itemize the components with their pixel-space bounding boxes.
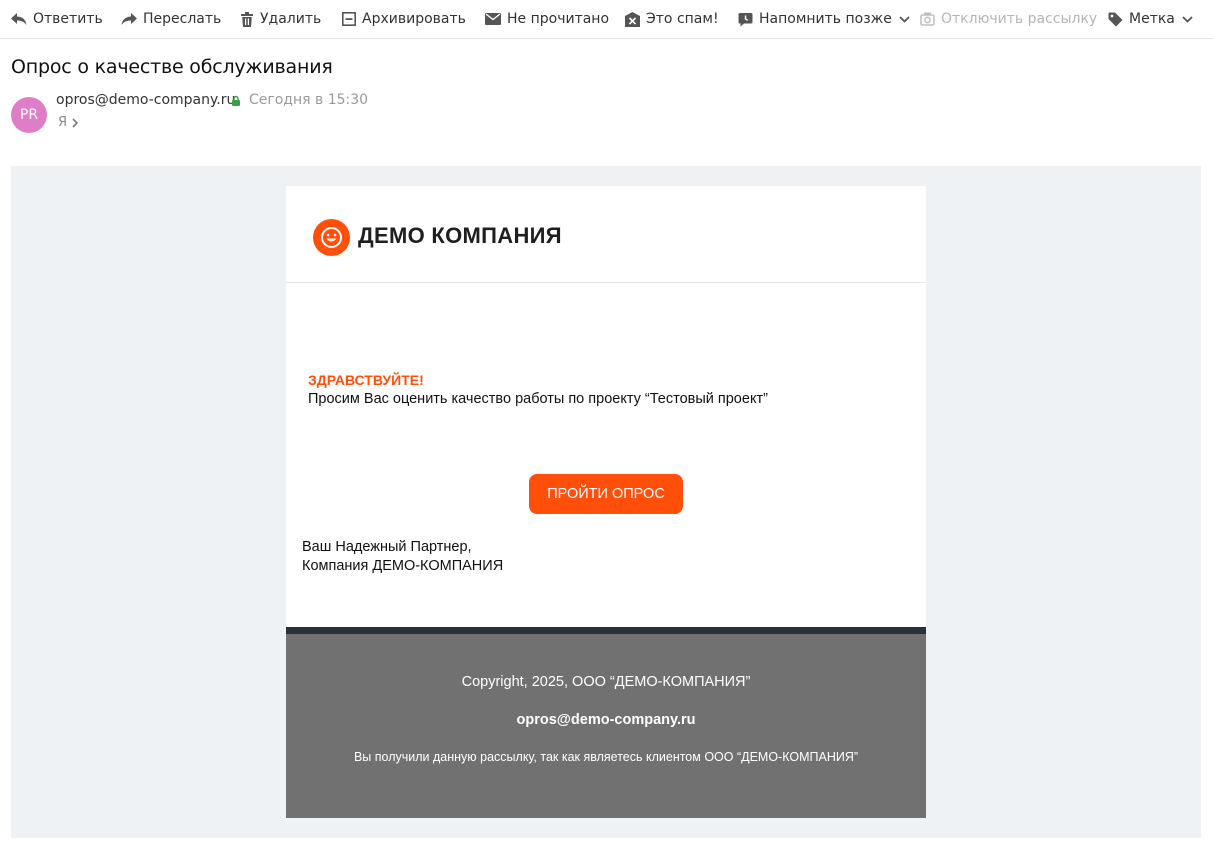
- footer-email-link[interactable]: opros@demo-company.ru: [286, 712, 926, 728]
- email-header: ДЕМО КОМПАНИЯ: [286, 186, 926, 283]
- label-button[interactable]: Метка: [1108, 0, 1193, 38]
- sender-avatar[interactable]: PR: [11, 97, 47, 133]
- spam-button[interactable]: Это спам!: [625, 0, 719, 38]
- chevron-right-icon: [72, 117, 79, 128]
- archive-label: Архивировать: [362, 11, 466, 27]
- spam-label: Это спам!: [646, 11, 719, 27]
- message-subject: Опрос о качестве обслуживания: [11, 56, 333, 78]
- unsubscribe-label: Отключить рассылку: [941, 11, 1098, 27]
- brand-name: ДЕМО КОМПАНИЯ: [358, 223, 562, 248]
- unsubscribe-button[interactable]: Отключить рассылку: [920, 0, 1097, 38]
- forward-button[interactable]: Переслать: [121, 0, 221, 38]
- footer-note: Вы получили данную рассылку, так как явл…: [353, 750, 859, 764]
- chevron-down-icon: [1182, 15, 1193, 23]
- take-survey-button[interactable]: ПРОЙТИ ОПРОС: [529, 474, 683, 514]
- signature-line-1: Ваш Надежный Партнер,: [302, 539, 472, 555]
- reply-icon: [11, 13, 27, 25]
- label-label: Метка: [1129, 11, 1175, 27]
- signature: Ваш Надежный Партнер, Компания ДЕМО-КОМП…: [302, 538, 503, 576]
- delete-button[interactable]: Удалить: [240, 0, 321, 38]
- email-canvas: ДЕМО КОМПАНИЯ ЗДРАВСТВУЙТЕ! Просим Вас о…: [11, 166, 1201, 838]
- greeting-heading: ЗДРАВСТВУЙТЕ!: [308, 372, 424, 388]
- reply-label: Ответить: [33, 11, 103, 27]
- recipients-toggle[interactable]: Я: [58, 115, 79, 130]
- email-card: ДЕМО КОМПАНИЯ ЗДРАВСТВУЙТЕ! Просим Вас о…: [286, 186, 926, 818]
- remind-label: Напомнить позже: [759, 11, 892, 27]
- forward-icon: [121, 13, 137, 25]
- footer-copyright: Copyright, 2025, ООО “ДЕМО-КОМПАНИЯ”: [461, 674, 751, 690]
- remind-later-button[interactable]: Напомнить позже: [738, 0, 910, 38]
- smile-logo-icon: [313, 219, 350, 256]
- envelope-icon: [485, 13, 501, 25]
- forward-label: Переслать: [143, 11, 222, 27]
- archive-button[interactable]: Архивировать: [342, 0, 466, 38]
- message-date: Сегодня в 15:30: [249, 92, 369, 108]
- unsubscribe-icon: [920, 12, 935, 26]
- survey-request-text: Просим Вас оценить качество работы по пр…: [308, 391, 768, 407]
- reply-button[interactable]: Ответить: [11, 0, 103, 38]
- unread-label: Не прочитано: [507, 11, 610, 27]
- delete-label: Удалить: [260, 11, 322, 27]
- sender-address[interactable]: opros@demo-company.ru: [56, 92, 235, 108]
- reminder-icon: [738, 12, 753, 26]
- spam-icon: [625, 11, 640, 27]
- mark-unread-button[interactable]: Не прочитано: [485, 0, 609, 38]
- tag-icon: [1108, 12, 1123, 26]
- email-footer: Copyright, 2025, ООО “ДЕМО-КОМПАНИЯ” opr…: [286, 634, 926, 818]
- footer-divider: [286, 627, 926, 634]
- recipient-name: Я: [58, 115, 68, 130]
- message-toolbar: Ответить Переслать Удалить Архивировать …: [0, 0, 1213, 39]
- chevron-down-icon: [899, 15, 910, 23]
- lock-icon: [232, 95, 240, 106]
- signature-line-2: Компания ДЕМО-КОМПАНИЯ: [302, 558, 504, 574]
- archive-icon: [342, 12, 356, 26]
- trash-icon: [241, 11, 253, 27]
